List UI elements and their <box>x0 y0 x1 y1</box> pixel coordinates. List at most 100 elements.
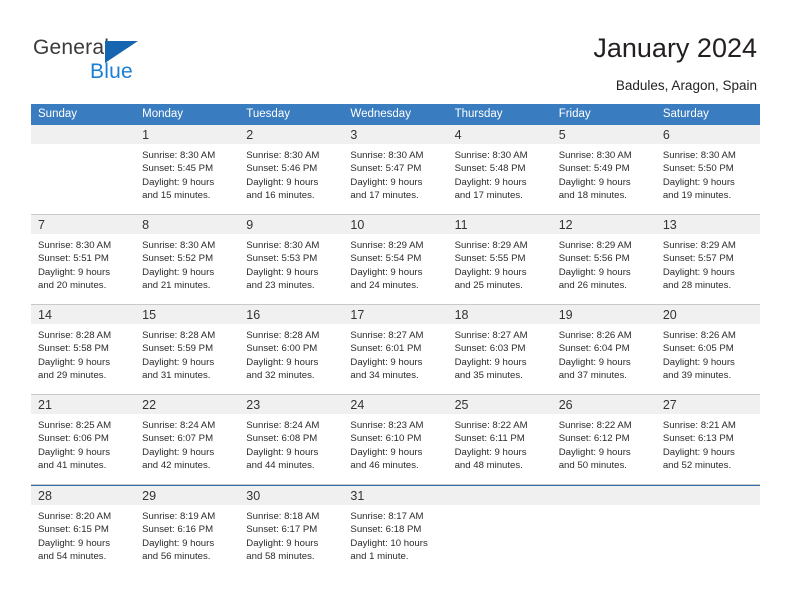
sunset-text: Sunset: 5:47 PM <box>350 163 422 175</box>
calendar-grid: Sunday Monday Tuesday Wednesday Thursday… <box>31 104 760 575</box>
day-cell[interactable]: 29 Sunrise: 8:19 AM Sunset: 6:16 PM Dayl… <box>135 486 240 575</box>
day-details: Sunrise: 8:28 AM Sunset: 6:00 PM Dayligh… <box>239 324 343 389</box>
weekday-header-tuesday: Tuesday <box>246 108 290 120</box>
daylight-text-line1: Daylight: 9 hours <box>558 356 631 368</box>
day-cell[interactable]: 19 Sunrise: 8:26 AM Sunset: 6:04 PM Dayl… <box>551 305 656 394</box>
sunrise-text: Sunrise: 8:30 AM <box>38 240 112 251</box>
day-number: 15 <box>135 305 240 324</box>
day-cell[interactable]: 9 Sunrise: 8:30 AM Sunset: 5:53 PM Dayli… <box>239 215 344 304</box>
day-details: Sunrise: 8:20 AM Sunset: 6:15 PM Dayligh… <box>31 505 135 570</box>
day-cell[interactable]: 16 Sunrise: 8:28 AM Sunset: 6:00 PM Dayl… <box>239 305 344 394</box>
day-cell[interactable]: 10 Sunrise: 8:29 AM Sunset: 5:54 PM Dayl… <box>343 215 448 304</box>
day-cell[interactable]: 25 Sunrise: 8:22 AM Sunset: 6:11 PM Dayl… <box>447 395 552 484</box>
daylight-text-line2: and 23 minutes. <box>246 280 315 292</box>
sunrise-text: Sunrise: 8:29 AM <box>662 240 736 251</box>
daylight-text-line1: Daylight: 9 hours <box>38 446 110 458</box>
day-cell[interactable]: 26 Sunrise: 8:22 AM Sunset: 6:12 PM Dayl… <box>551 395 656 484</box>
daylight-text-line1: Daylight: 9 hours <box>142 537 215 549</box>
sunrise-text: Sunrise: 8:22 AM <box>558 420 632 431</box>
sunset-text: Sunset: 6:11 PM <box>454 433 525 445</box>
day-number: 5 <box>551 125 656 144</box>
day-number: 22 <box>135 395 240 414</box>
daylight-text-line2: and 17 minutes. <box>454 190 523 202</box>
day-number: 21 <box>31 395 136 414</box>
day-number: 25 <box>447 395 552 414</box>
day-cell[interactable]: 17 Sunrise: 8:27 AM Sunset: 6:01 PM Dayl… <box>343 305 448 394</box>
daylight-text-line1: Daylight: 9 hours <box>454 266 527 278</box>
day-cell[interactable] <box>551 486 656 575</box>
day-cell[interactable]: 14 Sunrise: 8:28 AM Sunset: 5:58 PM Dayl… <box>31 305 136 394</box>
day-cell[interactable]: 30 Sunrise: 8:18 AM Sunset: 6:17 PM Dayl… <box>239 486 344 575</box>
daylight-text-line2: and 19 minutes. <box>662 190 732 202</box>
day-cell[interactable] <box>447 486 552 575</box>
day-cell[interactable]: 5 Sunrise: 8:30 AM Sunset: 5:49 PM Dayli… <box>551 125 656 214</box>
sunrise-text: Sunrise: 8:29 AM <box>350 240 424 251</box>
day-cell[interactable]: 21 Sunrise: 8:25 AM Sunset: 6:06 PM Dayl… <box>31 395 136 484</box>
daylight-text-line1: Daylight: 9 hours <box>246 537 319 549</box>
day-cell[interactable]: 12 Sunrise: 8:29 AM Sunset: 5:56 PM Dayl… <box>551 215 656 304</box>
day-details: Sunrise: 8:29 AM Sunset: 5:57 PM Dayligh… <box>656 234 760 299</box>
sunset-text: Sunset: 5:49 PM <box>558 163 630 175</box>
sunset-text: Sunset: 6:12 PM <box>558 433 630 445</box>
day-cell[interactable]: 2 Sunrise: 8:30 AM Sunset: 5:46 PM Dayli… <box>239 125 344 214</box>
general-blue-logo[interactable]: General Blue <box>33 36 213 84</box>
daylight-text-line1: Daylight: 9 hours <box>246 446 319 458</box>
day-number: 23 <box>239 395 344 414</box>
daylight-text-line2: and 46 minutes. <box>350 460 419 472</box>
sunrise-text: Sunrise: 8:19 AM <box>142 511 216 522</box>
daylight-text-line1: Daylight: 9 hours <box>350 266 423 278</box>
sunset-text: Sunset: 6:06 PM <box>38 433 109 445</box>
day-details: Sunrise: 8:30 AM Sunset: 5:46 PM Dayligh… <box>239 144 343 209</box>
day-cell[interactable]: 23 Sunrise: 8:24 AM Sunset: 6:08 PM Dayl… <box>239 395 344 484</box>
day-cell[interactable]: 24 Sunrise: 8:23 AM Sunset: 6:10 PM Dayl… <box>343 395 448 484</box>
day-number: 6 <box>655 125 760 144</box>
day-number <box>551 486 656 505</box>
day-number: 2 <box>239 125 344 144</box>
day-details: Sunrise: 8:30 AM Sunset: 5:52 PM Dayligh… <box>135 234 239 299</box>
daylight-text-line2: and 37 minutes. <box>558 370 627 382</box>
daylight-text-line1: Daylight: 9 hours <box>142 446 215 458</box>
day-number: 7 <box>31 215 136 234</box>
daylight-text-line2: and 54 minutes. <box>38 551 107 563</box>
day-cell[interactable]: 7 Sunrise: 8:30 AM Sunset: 5:51 PM Dayli… <box>31 215 136 304</box>
daylight-text-line2: and 42 minutes. <box>142 460 211 472</box>
day-number: 26 <box>551 395 656 414</box>
logo-text-blue: Blue <box>90 60 133 83</box>
sunset-text: Sunset: 6:18 PM <box>350 524 422 536</box>
day-cell[interactable] <box>655 486 760 575</box>
day-number: 12 <box>551 215 656 234</box>
day-cell[interactable]: 20 Sunrise: 8:26 AM Sunset: 6:05 PM Dayl… <box>655 305 760 394</box>
daylight-text-line1: Daylight: 9 hours <box>662 176 735 188</box>
day-cell[interactable]: 22 Sunrise: 8:24 AM Sunset: 6:07 PM Dayl… <box>135 395 240 484</box>
day-cell[interactable]: 11 Sunrise: 8:29 AM Sunset: 5:55 PM Dayl… <box>447 215 552 304</box>
day-details: Sunrise: 8:30 AM Sunset: 5:45 PM Dayligh… <box>135 144 239 209</box>
sunrise-text: Sunrise: 8:27 AM <box>350 330 424 341</box>
sunrise-text: Sunrise: 8:30 AM <box>558 150 632 161</box>
day-number: 9 <box>239 215 344 234</box>
daylight-text-line1: Daylight: 9 hours <box>350 446 423 458</box>
day-cell[interactable]: 3 Sunrise: 8:30 AM Sunset: 5:47 PM Dayli… <box>343 125 448 214</box>
page-title: January 2024 <box>593 33 757 63</box>
daylight-text-line2: and 20 minutes. <box>38 280 107 292</box>
day-cell[interactable]: 27 Sunrise: 8:21 AM Sunset: 6:13 PM Dayl… <box>655 395 760 484</box>
sunset-text: Sunset: 6:10 PM <box>350 433 422 445</box>
day-cell[interactable]: 6 Sunrise: 8:30 AM Sunset: 5:50 PM Dayli… <box>655 125 760 214</box>
sunrise-text: Sunrise: 8:18 AM <box>246 511 320 522</box>
day-cell[interactable]: 28 Sunrise: 8:20 AM Sunset: 6:15 PM Dayl… <box>31 486 136 575</box>
sunset-text: Sunset: 6:03 PM <box>454 343 526 355</box>
day-cell[interactable]: 1 Sunrise: 8:30 AM Sunset: 5:45 PM Dayli… <box>135 125 240 214</box>
day-cell[interactable]: 13 Sunrise: 8:29 AM Sunset: 5:57 PM Dayl… <box>655 215 760 304</box>
day-details: Sunrise: 8:30 AM Sunset: 5:47 PM Dayligh… <box>343 144 447 209</box>
day-cell[interactable]: 8 Sunrise: 8:30 AM Sunset: 5:52 PM Dayli… <box>135 215 240 304</box>
day-cell[interactable]: 31 Sunrise: 8:17 AM Sunset: 6:18 PM Dayl… <box>343 486 448 575</box>
day-cell[interactable]: 15 Sunrise: 8:28 AM Sunset: 5:59 PM Dayl… <box>135 305 240 394</box>
day-cell[interactable]: 18 Sunrise: 8:27 AM Sunset: 6:03 PM Dayl… <box>447 305 552 394</box>
day-details: Sunrise: 8:25 AM Sunset: 6:06 PM Dayligh… <box>31 414 135 479</box>
day-cell[interactable]: 4 Sunrise: 8:30 AM Sunset: 5:48 PM Dayli… <box>447 125 552 214</box>
daylight-text-line2: and 34 minutes. <box>350 370 419 382</box>
day-number: 4 <box>447 125 552 144</box>
calendar-week-row: 7 Sunrise: 8:30 AM Sunset: 5:51 PM Dayli… <box>31 215 760 305</box>
day-details: Sunrise: 8:30 AM Sunset: 5:53 PM Dayligh… <box>239 234 343 299</box>
sunrise-text: Sunrise: 8:30 AM <box>246 150 320 161</box>
day-cell[interactable] <box>31 125 136 214</box>
